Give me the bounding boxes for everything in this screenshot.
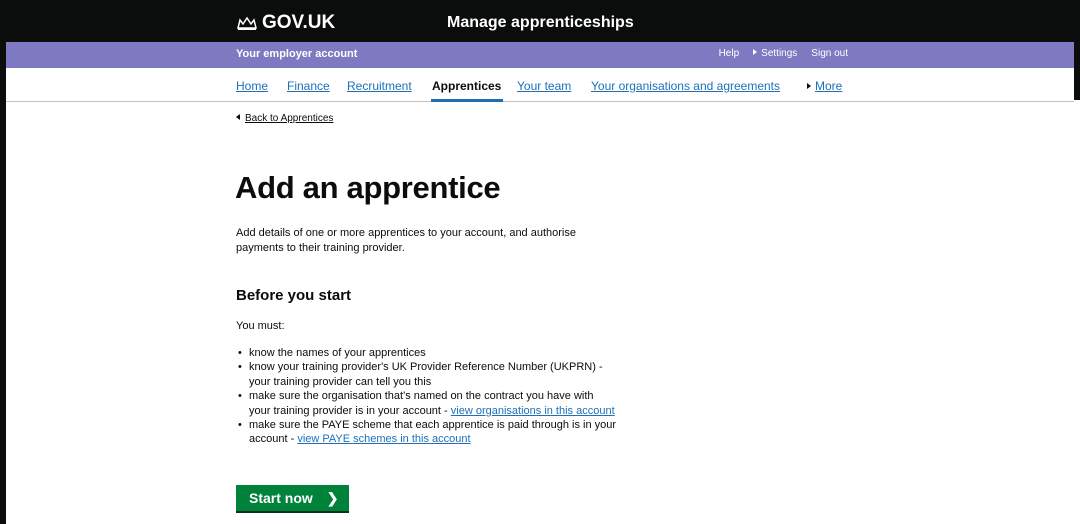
back-link[interactable]: Back to Apprentices xyxy=(236,113,333,124)
start-now-label: Start now xyxy=(249,490,313,506)
nav-home[interactable]: Home xyxy=(236,79,268,93)
triangle-right-icon xyxy=(753,49,758,55)
nav-more[interactable]: More xyxy=(807,79,842,93)
govuk-logo[interactable]: GOV.UK xyxy=(236,12,335,34)
intro-line-1: Add details of one or more apprentices t… xyxy=(236,227,576,239)
intro-text: Add details of one or more apprentices t… xyxy=(236,226,636,256)
view-organisations-link[interactable]: view organisations in this account xyxy=(451,405,615,417)
list-item: know the names of your apprentices xyxy=(238,346,648,361)
help-link[interactable]: Help xyxy=(719,48,740,59)
nav-more-label: More xyxy=(815,79,843,93)
requirement-text: your training provider is in your accoun… xyxy=(249,404,451,417)
settings-label: Settings xyxy=(761,48,798,59)
requirement-text: know your training provider's UK Provide… xyxy=(249,361,603,374)
view-paye-schemes-link[interactable]: view PAYE schemes in this account xyxy=(297,433,470,445)
you-must-text: You must: xyxy=(236,320,285,332)
start-now-button[interactable]: Start now ❯ xyxy=(236,485,349,511)
nav-apprentices[interactable]: Apprentices xyxy=(432,79,501,93)
intro-line-2: payments to their training provider. xyxy=(236,242,405,254)
list-item: make sure the PAYE scheme that each appr… xyxy=(238,418,648,447)
service-name[interactable]: Manage apprenticeships xyxy=(447,14,634,32)
sign-out-link[interactable]: Sign out xyxy=(811,48,848,59)
before-you-start-heading: Before you start xyxy=(236,287,352,304)
settings-link[interactable]: Settings xyxy=(753,48,797,59)
requirement-text: know the names of your apprentices xyxy=(249,347,426,359)
main-navigation: Home Finance Recruitment Apprentices You… xyxy=(6,68,1074,102)
window-frame-right xyxy=(1074,0,1080,100)
list-item: know your training provider's UK Provide… xyxy=(238,360,648,389)
page-title: Add an apprentice xyxy=(235,170,501,205)
account-bar: Your employer account Help Settings Sign… xyxy=(6,42,1074,68)
crown-icon xyxy=(237,16,257,30)
requirement-text: make sure the organisation that's named … xyxy=(249,390,594,403)
window-frame-left xyxy=(0,0,6,524)
requirement-text: your training provider can tell you this xyxy=(249,375,432,388)
back-link-label: Back to Apprentices xyxy=(245,113,334,124)
nav-recruitment[interactable]: Recruitment xyxy=(347,79,412,93)
brand-text: GOV.UK xyxy=(262,12,336,33)
requirement-text: make sure the PAYE scheme that each appr… xyxy=(249,419,617,432)
nav-organisations[interactable]: Your organisations and agreements xyxy=(591,79,780,93)
requirements-list: know the names of your apprentices know … xyxy=(238,346,648,447)
triangle-left-icon xyxy=(236,114,240,120)
govuk-header: GOV.UK Manage apprenticeships xyxy=(0,0,1080,42)
requirement-text: account - xyxy=(249,433,298,446)
triangle-right-icon xyxy=(807,83,811,89)
list-item: make sure the organisation that's named … xyxy=(238,389,648,418)
active-tab-indicator xyxy=(431,99,503,102)
chevron-right-icon: ❯ xyxy=(326,489,339,506)
account-links: Help Settings Sign out xyxy=(719,48,848,59)
nav-finance[interactable]: Finance xyxy=(287,79,330,93)
nav-your-team[interactable]: Your team xyxy=(517,79,571,93)
account-name[interactable]: Your employer account xyxy=(236,48,357,60)
